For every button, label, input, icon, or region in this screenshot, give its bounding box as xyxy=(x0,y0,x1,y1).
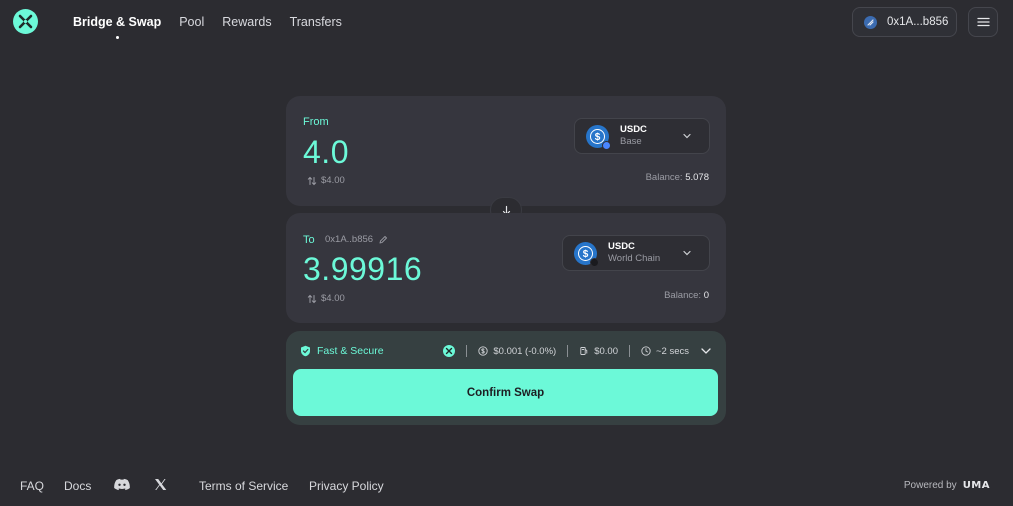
gas-fee: $0.00 xyxy=(579,346,618,357)
balance-value: 0 xyxy=(703,290,709,301)
footer: FAQ Docs Terms of Service Privacy Policy… xyxy=(0,475,1013,497)
usd-amount: $4.00 xyxy=(321,293,345,304)
clock-icon xyxy=(641,346,651,356)
top-header: Bridge & Swap Pool Rewards Transfers 0x1… xyxy=(0,0,1013,44)
estimated-time: ~2 secs xyxy=(641,346,689,357)
shield-check-icon xyxy=(301,345,310,357)
footer-link-faq[interactable]: FAQ xyxy=(20,479,44,493)
token-symbol: USDC xyxy=(620,124,647,135)
recipient-address-text: 0x1A..b856 xyxy=(325,234,374,245)
route-summary: Fast & Secure $0.001 (-0.0%) $0.00 ~2 se… xyxy=(300,344,712,358)
nav-item-label: Rewards xyxy=(222,15,272,29)
token-chain: World Chain xyxy=(608,253,661,264)
nav-item-pool[interactable]: Pool xyxy=(179,15,204,29)
base-chain-icon xyxy=(602,140,611,150)
chevron-down-icon xyxy=(683,250,691,256)
to-amount-value: 3.99916 xyxy=(303,251,423,287)
fast-secure-label: Fast & Secure xyxy=(317,345,384,357)
balance-label: Balance: xyxy=(664,290,702,301)
token-chain: Base xyxy=(620,136,642,147)
nav-item-bridge-swap[interactable]: Bridge & Swap xyxy=(73,15,162,39)
from-card: From 4.0 $4.00 $ USDC Base Balance: 5.07… xyxy=(286,96,726,206)
from-usd-value[interactable]: $4.00 xyxy=(307,175,345,186)
recipient-address[interactable]: 0x1A..b856 xyxy=(325,234,388,245)
powered-by[interactable]: Powered by UMA xyxy=(904,480,990,491)
chevron-down-icon[interactable] xyxy=(700,345,712,357)
wallet-button[interactable]: 0x1A...b856 xyxy=(852,7,957,37)
bridge-fee: $0.001 (-0.0%) xyxy=(478,346,556,357)
to-card: To 0x1A..b856 3.99916 $4.00 $ USDC World… xyxy=(286,213,726,323)
dollar-circle-icon xyxy=(478,346,489,356)
main-nav: Bridge & Swap Pool Rewards Transfers xyxy=(73,15,360,39)
confirm-panel: Fast & Secure $0.001 (-0.0%) $0.00 ~2 se… xyxy=(286,331,726,425)
token-symbol: USDC xyxy=(608,241,635,252)
usd-amount: $4.00 xyxy=(321,175,345,186)
to-balance: Balance: 0 xyxy=(664,290,709,301)
x-twitter-icon[interactable] xyxy=(154,478,167,496)
uma-logo: UMA xyxy=(962,480,990,491)
nav-item-transfers[interactable]: Transfers xyxy=(290,15,342,29)
balance-value: 5.078 xyxy=(685,172,709,183)
nav-item-label: Bridge & Swap xyxy=(73,15,162,29)
bridge-fee-value: $0.001 (-0.0%) xyxy=(493,345,557,357)
usdc-icon: $ xyxy=(574,241,599,267)
gas-pump-icon xyxy=(580,347,588,355)
to-token-select[interactable]: $ USDC World Chain xyxy=(562,235,710,271)
svg-text:$: $ xyxy=(583,249,589,260)
powered-by-label: Powered by xyxy=(903,480,957,491)
hamburger-menu-icon[interactable] xyxy=(968,7,998,37)
nav-item-rewards[interactable]: Rewards xyxy=(222,15,271,29)
confirm-swap-button[interactable]: Confirm Swap xyxy=(293,369,718,416)
divider xyxy=(466,345,468,357)
from-amount-input[interactable]: 4.0 xyxy=(303,134,349,171)
divider xyxy=(628,345,630,357)
balance-label: Balance: xyxy=(645,172,683,183)
from-balance: Balance: 5.078 xyxy=(646,172,709,183)
wallet-address: 0x1A...b856 xyxy=(887,16,949,28)
gas-fee-value: $0.00 xyxy=(594,345,618,357)
discord-icon[interactable] xyxy=(113,478,131,497)
nav-item-label: Transfers xyxy=(289,15,342,29)
from-token-select[interactable]: $ USDC Base xyxy=(574,118,710,154)
active-indicator-dot xyxy=(115,36,119,39)
swap-vertical-icon xyxy=(307,294,317,303)
estimated-time-value: ~2 secs xyxy=(655,345,689,357)
chevron-down-icon xyxy=(683,133,691,139)
footer-link-docs[interactable]: Docs xyxy=(64,479,91,493)
to-label: To xyxy=(303,234,315,246)
footer-link-terms[interactable]: Terms of Service xyxy=(199,479,288,493)
svg-text:$: $ xyxy=(595,132,601,143)
nav-item-label: Pool xyxy=(179,15,205,29)
divider xyxy=(567,345,569,357)
to-usd-value[interactable]: $4.00 xyxy=(307,293,345,304)
wallet-avatar-icon xyxy=(864,15,877,29)
pencil-edit-icon xyxy=(379,235,388,243)
world-chain-icon xyxy=(590,257,599,267)
usdc-icon: $ xyxy=(586,124,611,150)
swap-vertical-icon xyxy=(307,176,317,185)
bridge-provider-icon xyxy=(443,345,456,357)
x-logo-icon[interactable] xyxy=(13,9,38,34)
from-label: From xyxy=(303,116,329,128)
footer-link-privacy[interactable]: Privacy Policy xyxy=(309,479,384,493)
